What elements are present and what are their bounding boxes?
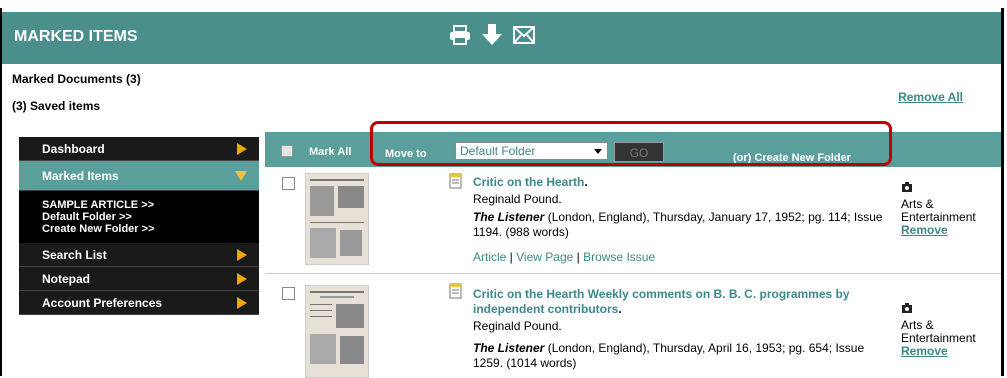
- highlight-annotation: [370, 121, 892, 166]
- result-checkbox[interactable]: [282, 287, 295, 300]
- folder-link-default-folder[interactable]: Default Folder >>: [42, 211, 259, 223]
- saved-items-count: (3) Saved items: [12, 99, 101, 113]
- sidebar-item-label: Notepad: [42, 271, 90, 286]
- article-author: Reginald Pound.: [473, 192, 562, 206]
- sidebar-item-dashboard[interactable]: Dashboard: [19, 137, 259, 161]
- chevron-right-icon: [237, 142, 247, 155]
- camera-icon: [902, 182, 912, 192]
- article-source: The Listener (London, England), Thursday…: [473, 341, 865, 370]
- result-checkbox[interactable]: [282, 177, 295, 190]
- article-source: The Listener (London, England), Thursday…: [473, 210, 883, 239]
- result-row: Critic on the Hearth. Reginald Pound. Th…: [265, 167, 1001, 274]
- sidebar-item-label: Marked Items: [42, 168, 119, 183]
- article-category: Arts & Entertainment Remove: [901, 181, 981, 237]
- document-icon: [449, 173, 462, 189]
- printer-icon[interactable]: [449, 23, 471, 47]
- sidebar-item-label: Search List: [42, 247, 107, 262]
- marked-documents-count: Marked Documents (3): [12, 72, 141, 86]
- chevron-right-icon: [237, 248, 247, 261]
- page-title: MARKED ITEMS: [14, 28, 138, 45]
- result-row: Critic on the Hearth Weekly comments on …: [265, 277, 1001, 378]
- mark-all-checkbox[interactable]: [281, 145, 293, 157]
- sidebar-item-label: Dashboard: [42, 141, 105, 156]
- article-links: Article | View Page | Browse Issue: [473, 250, 656, 264]
- browse-issue-link[interactable]: Browse Issue: [583, 250, 655, 264]
- remove-link[interactable]: Remove: [901, 345, 981, 358]
- article-thumbnail[interactable]: [305, 285, 369, 378]
- remove-all-link[interactable]: Remove All: [898, 90, 963, 104]
- article-link[interactable]: Article: [473, 250, 506, 264]
- email-icon[interactable]: [513, 23, 535, 47]
- article-category: Arts & Entertainment Remove: [901, 302, 981, 358]
- remove-link[interactable]: Remove: [901, 224, 981, 237]
- sidebar-item-account-preferences[interactable]: Account Preferences: [19, 291, 259, 315]
- sidebar-subfolders: SAMPLE ARTICLE >> Default Folder >> Crea…: [19, 191, 259, 243]
- article-title-link[interactable]: Critic on the Hearth Weekly comments on …: [473, 287, 893, 317]
- sidebar-item-marked-items[interactable]: Marked Items: [19, 161, 259, 191]
- camera-icon: [902, 303, 912, 313]
- document-icon: [449, 283, 462, 299]
- sidebar-item-label: Account Preferences: [42, 295, 163, 310]
- sidebar-item-notepad[interactable]: Notepad: [19, 267, 259, 291]
- folder-link-sample-article[interactable]: SAMPLE ARTICLE >>: [42, 199, 259, 211]
- chevron-right-icon: [237, 296, 247, 309]
- article-title-link[interactable]: Critic on the Hearth.: [473, 175, 893, 190]
- mark-all-label: Mark All: [309, 146, 352, 158]
- view-page-link[interactable]: View Page: [516, 250, 573, 264]
- sidebar: Dashboard Marked Items SAMPLE ARTICLE >>…: [19, 137, 259, 315]
- article-thumbnail[interactable]: [305, 173, 369, 265]
- chevron-right-icon: [237, 272, 247, 285]
- download-icon[interactable]: [481, 23, 503, 47]
- header-bar: MARKED ITEMS: [2, 12, 1001, 64]
- article-author: Reginald Pound.: [473, 319, 562, 333]
- top-cut-strip: [0, 0, 1007, 8]
- folder-link-create-new-folder[interactable]: Create New Folder >>: [42, 223, 259, 235]
- sidebar-item-search-list[interactable]: Search List: [19, 243, 259, 267]
- chevron-down-icon: [235, 170, 247, 181]
